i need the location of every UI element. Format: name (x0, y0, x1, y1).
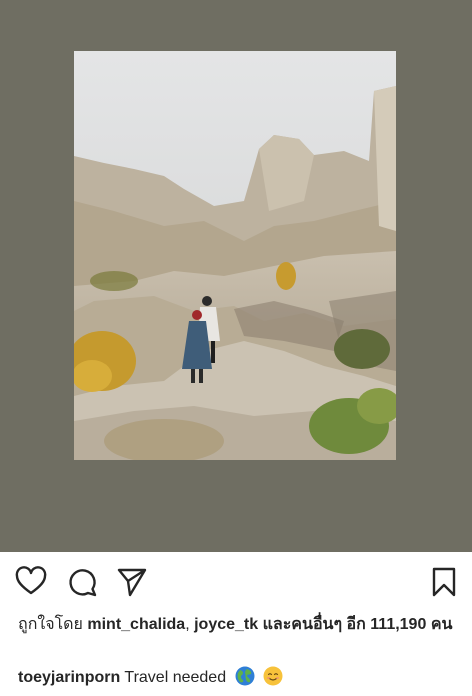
liked-by-others-link[interactable]: และคนอื่นๆ อีก 111,190 คน (263, 616, 453, 633)
liked-by-text: ถูกใจโดย mint_chalida, joyce_tk และคนอื่… (18, 614, 458, 636)
send-icon (117, 568, 147, 597)
liked-by-count-unit: คน (430, 616, 453, 633)
post-photo[interactable] (74, 51, 396, 460)
like-button[interactable] (15, 566, 47, 598)
liked-by-separator: , (185, 616, 190, 633)
save-button[interactable] (428, 566, 460, 598)
comment-button[interactable] (66, 566, 98, 598)
post-media[interactable] (0, 0, 472, 552)
liked-by-user-link[interactable]: joyce_tk (194, 616, 258, 633)
comment-icon (69, 569, 97, 597)
liked-by-prefix: ถูกใจโดย (18, 616, 83, 633)
author-username-link[interactable]: toeyjarinporn (18, 669, 120, 686)
liked-by-others-prefix: และคนอื่นๆ อีก (262, 616, 366, 633)
heart-icon (15, 566, 47, 595)
smiling-emoji (263, 666, 283, 693)
post-caption: toeyjarinporn Travel needed (18, 666, 458, 693)
liked-by-count: 111,190 (370, 616, 427, 633)
bookmark-icon (432, 567, 456, 597)
globe-emoji (235, 666, 255, 693)
action-bar (0, 560, 472, 606)
landscape-photo (74, 51, 396, 460)
share-button[interactable] (116, 566, 148, 598)
caption-text: Travel needed (124, 669, 227, 686)
liked-by-user-link[interactable]: mint_chalida (87, 616, 185, 633)
